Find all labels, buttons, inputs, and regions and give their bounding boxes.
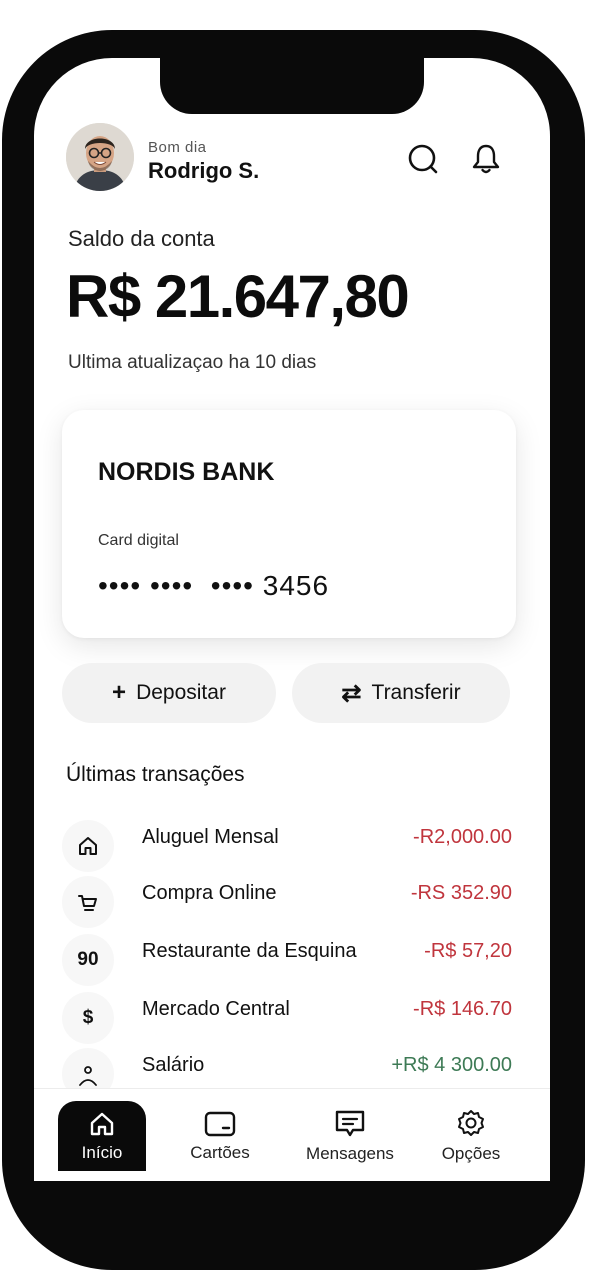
card-icon (204, 1111, 236, 1137)
search-button[interactable] (403, 139, 443, 179)
home-icon (62, 820, 114, 872)
transaction-amount: +R$ 4 300.00 (391, 1054, 512, 1076)
card-number: •••• •••• •••• 3456 (98, 570, 330, 601)
nav-label: Início (81, 1143, 123, 1162)
transaction-amount: -R2,000.00 (413, 826, 512, 848)
transaction-amount: -R$ 57,20 (424, 940, 512, 962)
transaction-row[interactable]: $ Mercado Central -R$ 146.70 (62, 992, 514, 1044)
nav-item-messages[interactable]: Mensagens (290, 1101, 410, 1171)
notifications-button[interactable] (466, 139, 506, 179)
transaction-name: Restaurante da Esquina (142, 940, 357, 962)
nav-label: Opções (441, 1144, 501, 1163)
bottom-navigation: Início Cartões Mensagens Opções (34, 1088, 550, 1181)
nav-label: Cartões (190, 1143, 250, 1162)
deposit-button[interactable]: + Depositar (62, 663, 276, 723)
card-type-label: Card digital (98, 532, 179, 549)
transaction-name: Compra Online (142, 882, 277, 904)
balance-label: Saldo da conta (68, 226, 215, 251)
deposit-label: Depositar (136, 681, 226, 704)
bell-icon (472, 144, 500, 174)
user-name: Rodrigo S. (148, 158, 260, 183)
dollar-icon: $ (62, 992, 114, 1044)
message-icon (335, 1110, 365, 1137)
transfer-label: Transferir (371, 681, 461, 704)
restaurant-icon: 90 (62, 934, 114, 986)
transaction-amount: -R$ 146.70 (413, 998, 512, 1020)
bank-name: NORDIS BANK (98, 458, 275, 486)
nav-label: Mensagens (306, 1144, 394, 1163)
home-icon (90, 1112, 114, 1136)
transfer-button[interactable]: ⇄ Transferir (292, 663, 510, 723)
nav-item-home[interactable]: Início (58, 1101, 146, 1171)
transaction-name: Aluguel Mensal (142, 826, 279, 848)
nav-item-cards[interactable]: Cartões (184, 1101, 256, 1171)
avatar[interactable] (66, 123, 134, 191)
transaction-row[interactable]: Compra Online -RS 352.90 (62, 876, 514, 928)
transfer-arrows-icon: ⇄ (341, 679, 362, 707)
search-icon (408, 144, 438, 174)
transaction-name: Mercado Central (142, 998, 290, 1020)
plus-icon: + (112, 679, 127, 706)
transactions-title: Últimas transações (66, 763, 245, 786)
last-update-text: Ultima atualizaçao ha 10 dias (68, 352, 317, 373)
cart-icon (62, 876, 114, 928)
transaction-amount: -RS 352.90 (410, 882, 512, 904)
transaction-row[interactable]: Aluguel Mensal -R2,000.00 (62, 820, 514, 872)
nav-item-options[interactable]: Opções (432, 1101, 510, 1171)
balance-amount: R$ 21.647,80 (66, 263, 410, 330)
transaction-row[interactable]: 90 Restaurante da Esquina -R$ 57,20 (62, 934, 514, 986)
greeting-text: Bom dia (148, 139, 207, 156)
settings-gear-icon (458, 1110, 484, 1136)
transaction-name: Salário (142, 1054, 205, 1076)
person-avatar-image (66, 123, 134, 191)
phone-notch (160, 52, 424, 114)
bank-card[interactable]: NORDIS BANK Card digital •••• •••• •••• … (62, 410, 516, 638)
